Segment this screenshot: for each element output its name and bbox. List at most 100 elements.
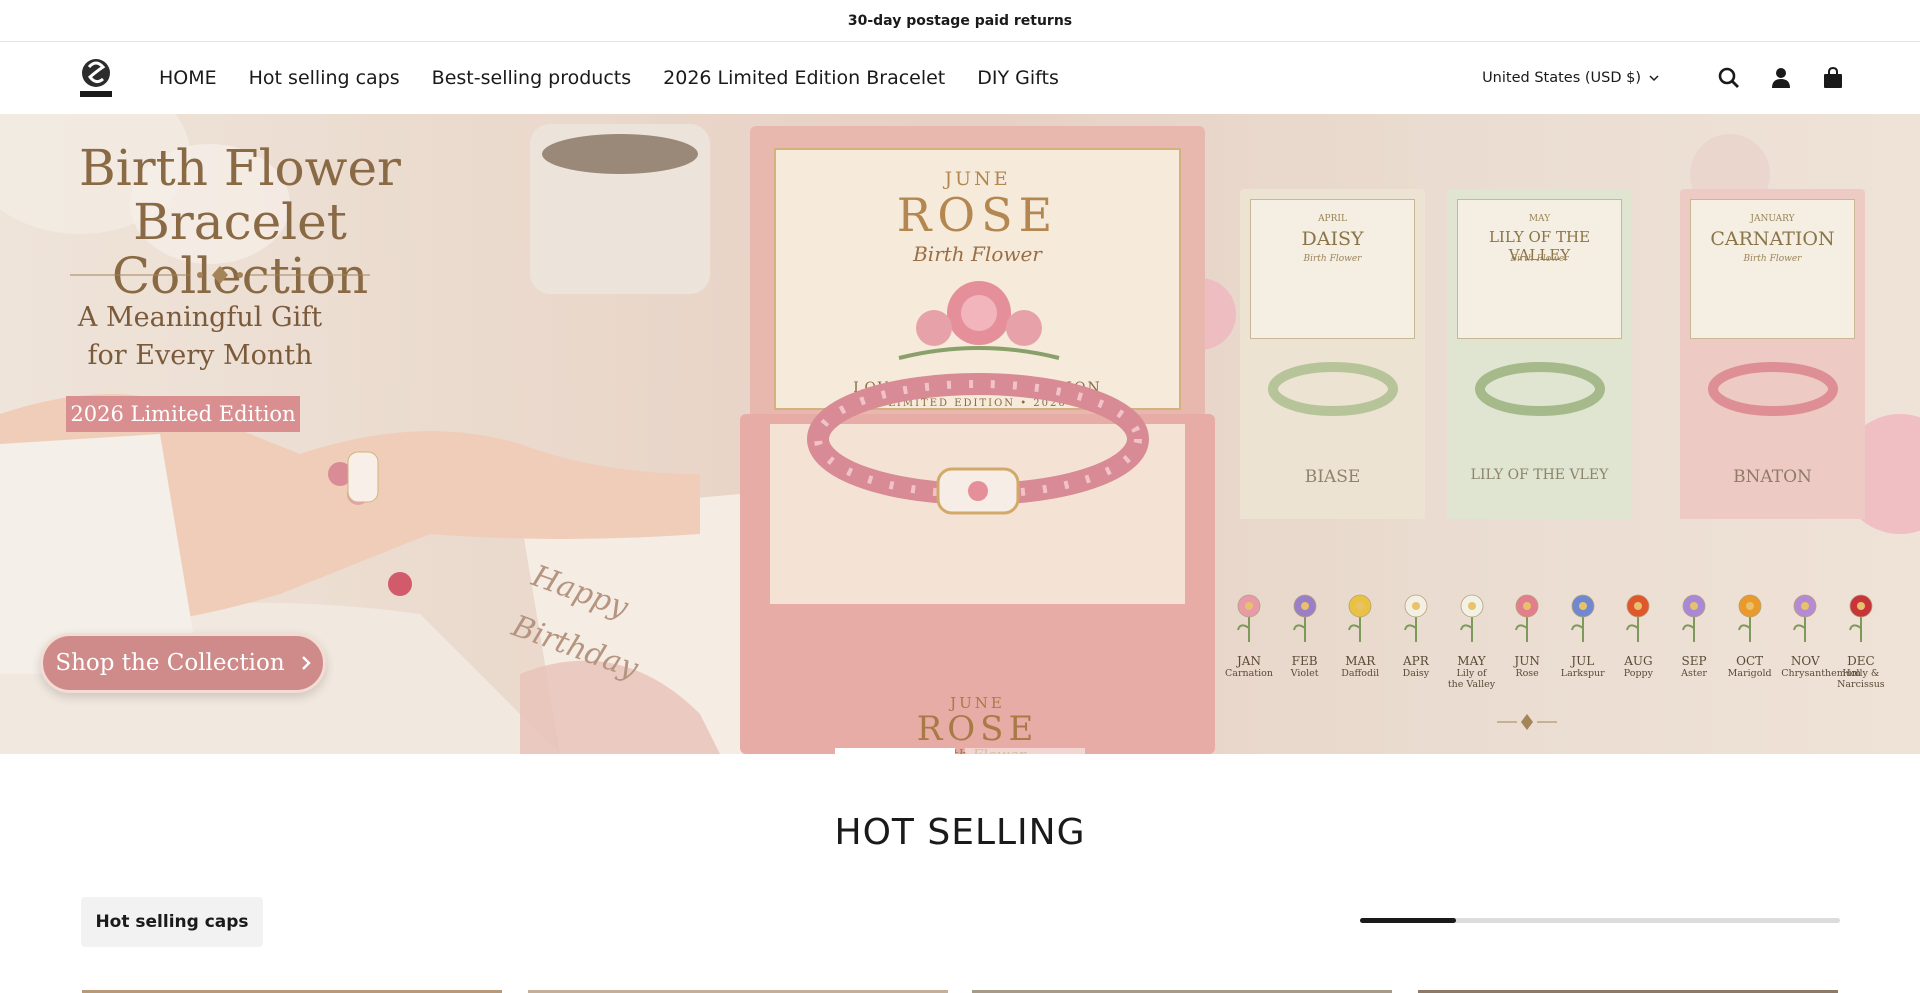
month-abbr: AUG — [1624, 654, 1653, 668]
flower-icon — [1737, 594, 1762, 642]
month-flower-name: Carnation — [1225, 668, 1273, 679]
box-flower: ROSE — [896, 188, 1059, 242]
tray-flower: ROSE — [916, 709, 1039, 749]
month-abbr: DEC — [1847, 654, 1875, 668]
mini-box-front: LILY OF THE VLEY — [1470, 467, 1609, 483]
mini-box-caption: Birth Flower — [1303, 254, 1362, 264]
month-abbr: SEP — [1681, 654, 1707, 668]
month-abbr: OCT — [1736, 654, 1764, 668]
month-flower-name: Larkspur — [1560, 668, 1605, 679]
account-icon — [1772, 68, 1790, 88]
month-abbr: FEB — [1291, 654, 1318, 668]
month-flower-name: Chrysanthemum — [1781, 668, 1861, 679]
flower-icon — [1626, 594, 1650, 642]
main-gift-box-image: JUNE ROSE Birth Flower LOVE • BEAUTY • P… — [740, 114, 1215, 754]
account-button[interactable] — [1769, 66, 1793, 90]
main-nav: HOME Hot selling caps Best-selling produ… — [159, 67, 1059, 89]
tab-hot-selling-caps[interactable]: Hot selling caps — [81, 897, 263, 947]
flower-icon — [1403, 594, 1428, 642]
flower-icon — [1570, 594, 1595, 642]
month-flower-item: JUN Rose — [1503, 592, 1551, 690]
nav-diy-gifts[interactable]: DIY Gifts — [977, 67, 1059, 89]
mini-box-lid: APRIL DAISY Birth Flower — [1250, 199, 1415, 339]
flower-icon — [1793, 594, 1817, 642]
announcement-bar: 30-day postage paid returns — [0, 0, 1920, 42]
mini-box-january: JANUARY CARNATION Birth Flower BNATON — [1680, 189, 1865, 519]
month-abbr: JUL — [1571, 654, 1595, 668]
search-icon — [1718, 67, 1739, 88]
hero-subtitle: A Meaningful Gift for Every Month — [40, 299, 360, 375]
month-flower-item: APR Daisy — [1392, 592, 1440, 690]
flower-icon — [1459, 594, 1483, 642]
hero-slider-dots — [835, 748, 1085, 754]
mini-box-april: APRIL DAISY Birth Flower BIASE — [1240, 189, 1425, 519]
announcement-text: 30-day postage paid returns — [847, 12, 1073, 29]
birth-month-flower-row: JAN Carnation FEB Violet MAR Daffodil APR Daisy… — [1225, 592, 1885, 690]
slide-dot-2[interactable] — [965, 748, 1085, 754]
carousel-scrollbar[interactable] — [1360, 918, 1840, 923]
box-month: JUNE — [944, 168, 1011, 190]
gift-box-tray: JUNE ROSE Birth Flower LOVE • BEAUTY • P… — [740, 373, 1215, 754]
month-flower-name: Daffodil — [1341, 668, 1380, 679]
month-flower-name: Lily of the Valley — [1447, 668, 1496, 690]
site-logo[interactable] — [75, 55, 117, 101]
month-abbr: MAY — [1457, 654, 1486, 668]
bracelet-illustration-icon — [807, 373, 1149, 515]
section-title: HOT SELLING — [834, 812, 1086, 853]
carousel-scrollbar-thumb[interactable] — [1360, 918, 1456, 923]
ornament-icon — [1497, 714, 1557, 730]
mini-box-lid: JANUARY CARNATION Birth Flower — [1690, 199, 1855, 339]
nav-limited-edition-bracelet[interactable]: 2026 Limited Edition Bracelet — [663, 67, 945, 89]
month-abbr: MAR — [1345, 654, 1376, 668]
mini-box-name: CARNATION — [1710, 228, 1835, 250]
header-actions: United States (USD $) — [1482, 66, 1845, 90]
chevron-down-icon — [1649, 74, 1659, 81]
month-flower-name: Holly & Narcissus — [1837, 668, 1885, 690]
month-flower-item: MAR Daffodil — [1336, 592, 1384, 690]
mini-box-front: BNATON — [1733, 467, 1812, 487]
flower-icon — [1237, 594, 1261, 642]
site-header: HOME Hot selling caps Best-selling produ… — [0, 42, 1920, 114]
flower-icon — [1348, 594, 1372, 642]
month-flower-name: Aster — [1681, 668, 1707, 679]
shop-collection-label: Shop the Collection — [55, 650, 285, 676]
currency-label: United States (USD $) — [1482, 70, 1641, 86]
month-flower-name: Poppy — [1623, 668, 1653, 679]
currency-selector[interactable]: United States (USD $) — [1482, 70, 1659, 86]
mini-box-month: MAY — [1528, 214, 1551, 224]
month-flower-item: JAN Carnation — [1225, 592, 1273, 690]
month-flower-name: Daisy — [1402, 668, 1430, 679]
hero-title-line2: Bracelet Collection — [111, 193, 369, 305]
hero-title-line1: Birth Flower — [79, 139, 401, 197]
mini-box-month: JANUARY — [1750, 214, 1795, 224]
nav-hot-selling-caps[interactable]: Hot selling caps — [249, 67, 400, 89]
search-button[interactable] — [1717, 66, 1741, 90]
month-flower-name: Marigold — [1727, 668, 1772, 679]
nav-home[interactable]: HOME — [159, 67, 217, 89]
month-flower-name: Rose — [1515, 668, 1539, 679]
bracelet-icon — [1268, 362, 1398, 416]
slide-dot-1[interactable] — [835, 748, 955, 754]
shop-collection-button[interactable]: Shop the Collection — [40, 633, 326, 693]
flower-icon — [1848, 594, 1873, 642]
hero-subtitle-line2: for Every Month — [87, 340, 313, 371]
month-flower-item: OCT Marigold — [1726, 592, 1774, 690]
cart-button[interactable] — [1821, 66, 1845, 90]
month-flower-name: Violet — [1290, 668, 1319, 679]
mini-box-front: BIASE — [1304, 467, 1361, 487]
mini-box-name: DAISY — [1301, 228, 1364, 250]
mini-box-may: MAY LILY OF THE VALLEY Birth Flower LILY… — [1447, 189, 1632, 519]
flower-icon — [1292, 594, 1317, 642]
cart-icon — [1824, 67, 1842, 88]
flower-icon — [1515, 594, 1539, 642]
chevron-right-icon — [301, 656, 311, 670]
box-caption: Birth Flower — [913, 242, 1042, 266]
ornament-divider-icon — [70, 266, 370, 284]
nav-best-selling-products[interactable]: Best-selling products — [432, 67, 631, 89]
hero-banner[interactable]: Happy Birthday Birth Flower Bracelet Col… — [0, 114, 1920, 754]
month-abbr: JAN — [1237, 654, 1261, 668]
limited-edition-ribbon: 2026 Limited Edition — [66, 396, 300, 432]
month-flower-item: MAY Lily of the Valley — [1448, 592, 1496, 690]
month-flower-item: AUG Poppy — [1614, 592, 1662, 690]
gift-box-front-label: JUNE ROSE Birth Flower LOVE • BEAUTY • P… — [740, 694, 1215, 754]
